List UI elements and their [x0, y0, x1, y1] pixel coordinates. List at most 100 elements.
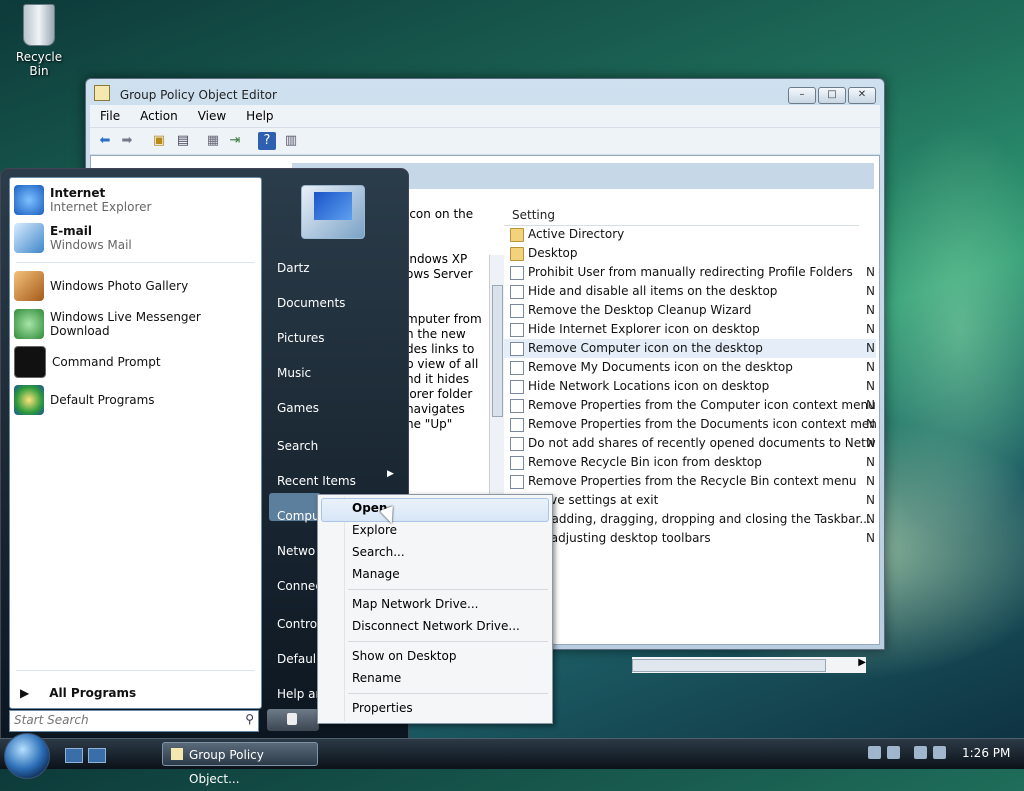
setting-name: Remove Computer icon on the desktop: [528, 341, 763, 355]
recycle-bin-desktop-icon[interactable]: Recycle Bin: [6, 2, 72, 78]
taskbar: Group Policy Object... 1:26 PM: [0, 733, 1024, 786]
menu-action[interactable]: Action: [130, 109, 188, 123]
settings-row[interactable]: Remove the Desktop Cleanup Wizard N: [504, 301, 876, 320]
export-list-icon[interactable]: ⇥: [226, 132, 244, 150]
start-right-link[interactable]: Pictures: [277, 331, 325, 345]
start-right-link[interactable]: Control: [277, 617, 320, 631]
context-menu-item[interactable]: Disconnect Network Drive...: [352, 619, 520, 633]
start-right-link[interactable]: Connec: [277, 579, 322, 593]
start-right-link[interactable]: Netwo: [277, 544, 315, 558]
settings-row[interactable]: Remove Recycle Bin icon from desktop N: [504, 453, 876, 472]
window-title: Group Policy Object Editor: [119, 88, 277, 102]
pinned-email[interactable]: E-mail Windows Mail: [14, 220, 132, 256]
setting-state: N: [866, 322, 875, 336]
start-search-box[interactable]: ⚲: [9, 710, 259, 732]
context-menu-item[interactable]: Rename: [352, 671, 401, 685]
window-title-bar[interactable]: Group Policy Object Editor: [94, 85, 876, 107]
up-folder-icon[interactable]: ▣: [150, 132, 168, 150]
policy-icon: [510, 399, 524, 413]
folder-icon: [510, 247, 524, 261]
menu-view[interactable]: View: [188, 109, 236, 123]
scrollbar-thumb[interactable]: [632, 659, 826, 672]
menu-file[interactable]: File: [90, 109, 130, 123]
recent-program[interactable]: Windows Photo Gallery: [14, 268, 188, 304]
network-status-icon[interactable]: [914, 746, 927, 759]
menu-help[interactable]: Help: [236, 109, 283, 123]
switch-windows-icon[interactable]: [88, 748, 106, 763]
context-menu-item[interactable]: Properties: [352, 701, 413, 715]
recent-program[interactable]: Windows Live Messenger Download: [14, 306, 261, 342]
description-scrollbar[interactable]: [489, 255, 504, 495]
start-right-link[interactable]: Compu: [277, 509, 320, 523]
settings-row[interactable]: Hide Network Locations icon on desktop N: [504, 377, 876, 396]
settings-row[interactable]: Remove Properties from the Recycle Bin c…: [504, 472, 876, 491]
help-icon[interactable]: ?: [258, 132, 276, 150]
setting-state: N: [866, 455, 875, 469]
setting-name: Remove the Desktop Cleanup Wizard: [528, 303, 752, 317]
show-tree-icon[interactable]: ▤: [174, 132, 192, 150]
settings-row[interactable]: Prohibit User from manually redirecting …: [504, 263, 876, 282]
context-menu-item[interactable]: Map Network Drive...: [352, 597, 479, 611]
context-menu-item[interactable]: Explore: [352, 523, 397, 537]
program-subtitle: Internet Explorer: [50, 200, 152, 214]
settings-row[interactable]: ibit adjusting desktop toolbars N: [504, 529, 876, 548]
policy-icon: [510, 380, 524, 394]
settings-row[interactable]: Remove My Documents icon on the desktop N: [504, 358, 876, 377]
settings-row[interactable]: Desktop: [504, 244, 876, 263]
pinned-internet[interactable]: Internet Internet Explorer: [14, 182, 151, 218]
settings-list: Active Directory Desktop Prohibit User fro…: [504, 225, 876, 548]
start-right-link[interactable]: Recent Items: [277, 474, 356, 488]
windows-mail-icon: [14, 223, 44, 253]
settings-column-header[interactable]: Setting: [504, 205, 859, 226]
setting-state: N: [866, 493, 875, 507]
search-icon[interactable]: ⚲: [245, 712, 254, 726]
context-menu-item[interactable]: Show on Desktop: [352, 649, 456, 663]
start-right-link[interactable]: Games: [277, 401, 319, 415]
settings-row[interactable]: Hide Internet Explorer icon on desktop N: [504, 320, 876, 339]
recent-program[interactable]: Command Prompt: [14, 344, 161, 380]
start-right-link[interactable]: Dartz: [277, 261, 310, 275]
start-right-link[interactable]: Search: [277, 439, 318, 453]
properties-icon[interactable]: ▦: [204, 132, 222, 150]
extended-view-icon[interactable]: ▥: [282, 132, 300, 150]
policy-icon: [510, 456, 524, 470]
maximize-button[interactable]: □: [818, 87, 846, 104]
context-menu-item[interactable]: Manage: [352, 567, 400, 581]
taskbar-button-gpo[interactable]: Group Policy Object...: [162, 742, 318, 786]
taskbar-button-label: Group Policy Object...: [189, 748, 264, 786]
policy-description: icon on the indows XP ows Server mputer fro…: [406, 207, 486, 432]
settings-row[interactable]: Active Directory: [504, 225, 876, 244]
scroll-right-arrow-icon[interactable]: ▶: [858, 657, 866, 668]
default-programs-icon: [14, 385, 44, 415]
forward-arrow-icon[interactable]: ➡: [118, 132, 136, 150]
settings-row[interactable]: Hide and disable all items on the deskto…: [504, 282, 876, 301]
start-orb-button[interactable]: [4, 733, 50, 779]
scrollbar-thumb[interactable]: [492, 285, 503, 417]
recent-program[interactable]: Default Programs: [14, 382, 155, 418]
show-desktop-icon[interactable]: [65, 748, 83, 763]
settings-row[interactable]: Remove Computer icon on the desktop N: [504, 339, 876, 358]
network-icon[interactable]: [868, 746, 881, 759]
setting-state: N: [866, 436, 875, 450]
security-icon[interactable]: [887, 746, 900, 759]
volume-icon[interactable]: [933, 746, 946, 759]
policy-icon: [510, 342, 524, 356]
back-arrow-icon[interactable]: ⬅: [96, 132, 114, 150]
setting-name: Remove Properties from the Recycle Bin c…: [528, 474, 857, 488]
settings-horizontal-scrollbar[interactable]: ▶: [632, 657, 866, 673]
lock-button[interactable]: [267, 709, 319, 731]
settings-row[interactable]: Remove Properties from the Computer icon…: [504, 396, 876, 415]
all-programs-button[interactable]: ▶ All Programs: [20, 686, 136, 700]
settings-row[interactable]: Do not add shares of recently opened doc…: [504, 434, 876, 453]
settings-row[interactable]: t save settings at exit N: [504, 491, 876, 510]
start-right-link[interactable]: Documents: [277, 296, 345, 310]
start-search-input[interactable]: [10, 711, 238, 729]
start-right-link[interactable]: Music: [277, 366, 311, 380]
settings-row[interactable]: Remove Properties from the Documents ico…: [504, 415, 876, 434]
context-menu-item[interactable]: Search...: [352, 545, 405, 559]
close-button[interactable]: ✕: [848, 87, 876, 104]
minimize-button[interactable]: –: [788, 87, 816, 104]
settings-row[interactable]: ent adding, dragging, dropping and closi…: [504, 510, 876, 529]
clock[interactable]: 1:26 PM: [962, 746, 1010, 760]
start-right-link[interactable]: Defaul: [277, 652, 316, 666]
